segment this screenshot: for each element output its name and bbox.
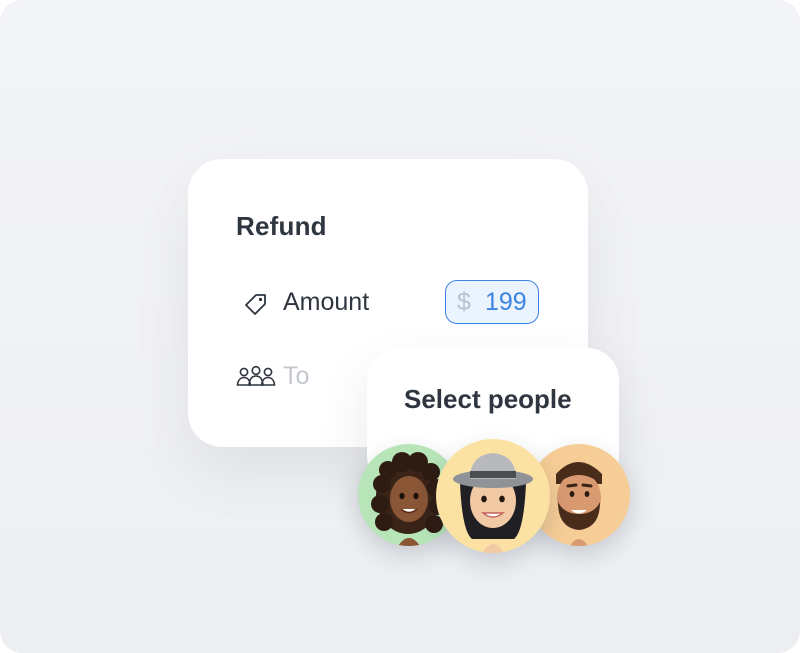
people-icon [236,365,276,389]
tag-icon [242,291,270,319]
currency-symbol: $ [457,288,471,316]
amount-input[interactable]: $ 199 [445,280,539,324]
popup-title: Select people [404,384,572,414]
amount-value: 199 [485,288,527,316]
avatar-hat[interactable] [436,439,550,553]
to-placeholder: To [283,362,310,390]
amount-label: Amount [283,288,370,316]
canvas: Refund Amount $ 199 To Select people [0,0,800,653]
card-title: Refund [236,211,327,241]
to-field[interactable]: To [236,362,356,392]
